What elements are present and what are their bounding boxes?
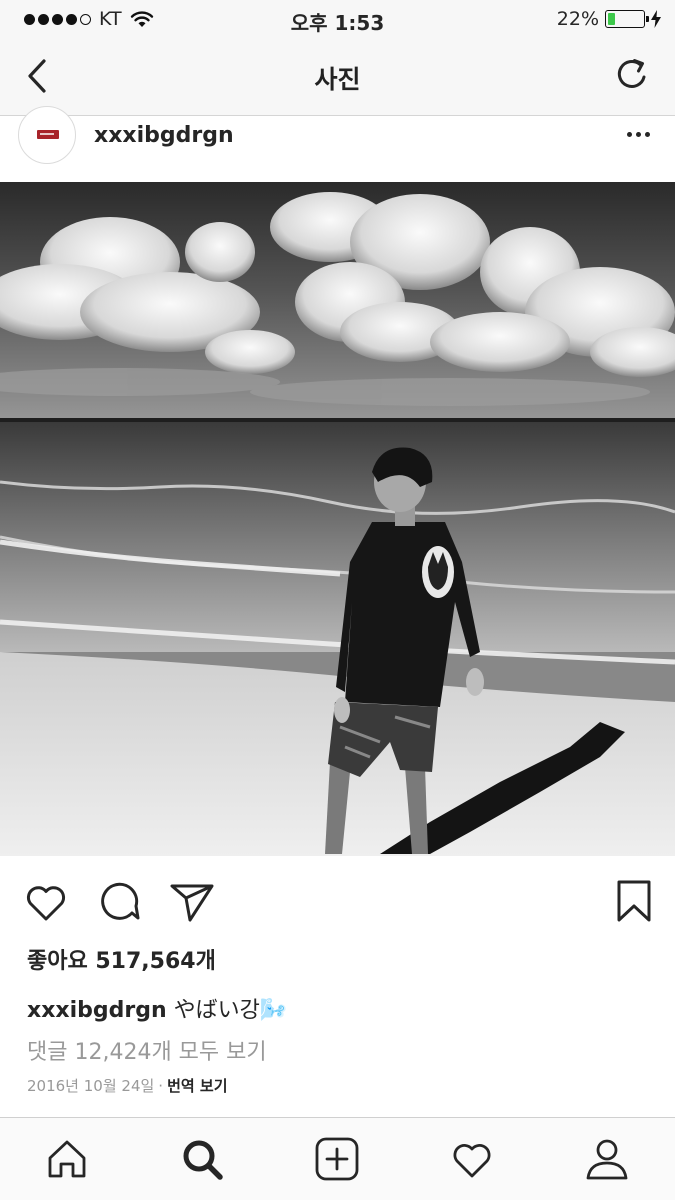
post-meta: 2016년 10월 24일 · 번역 보기 [27,1075,228,1096]
likes-count[interactable]: 좋아요 517,564개 [27,943,216,975]
refresh-button[interactable] [613,54,653,94]
post-actions [0,868,675,934]
post-photo[interactable] [0,182,675,856]
avatar[interactable] [18,106,76,164]
like-button[interactable] [22,878,70,926]
tab-activity[interactable] [449,1136,495,1182]
bookmark-icon [617,880,651,922]
status-right: 22% [557,8,661,30]
battery-icon [605,10,649,28]
post-date: 2016년 10월 24일 [27,1077,155,1095]
battery-fill [608,13,616,25]
avatar-image [37,130,59,139]
tab-new-post[interactable] [314,1136,360,1182]
post-caption: xxxibgdrgn やばい강🌬️ [27,992,287,1024]
battery-percent: 22% [556,8,599,30]
tab-bar [0,1117,675,1200]
send-icon [170,884,214,922]
home-icon [48,1140,86,1178]
more-dots-icon [626,131,632,137]
meta-separator: · [158,1077,164,1095]
beach-photo [0,182,675,856]
status-bar: KT 오후 1:53 22% [0,0,675,38]
save-button[interactable] [610,878,658,926]
comment-button[interactable] [96,878,144,926]
activity-heart-icon [453,1144,491,1178]
tab-search[interactable] [179,1136,225,1182]
caption-text: やばい강🌬️ [173,998,288,1023]
navigation-bar: 사진 [0,38,675,116]
page-title: 사진 [314,65,361,94]
comment-icon [101,882,140,920]
tab-profile[interactable] [584,1136,630,1182]
more-options-button[interactable] [623,124,653,144]
charging-bolt-icon [651,10,661,28]
caption-username[interactable]: xxxibgdrgn [27,998,167,1023]
post-header: xxxibgdrgn [0,106,675,182]
heart-icon [27,886,65,921]
translate-link[interactable]: 번역 보기 [167,1077,227,1095]
search-icon [183,1140,223,1180]
post-username[interactable]: xxxibgdrgn [94,123,234,148]
view-all-comments-link[interactable]: 댓글 12,424개 모두 보기 [27,1034,267,1066]
share-button[interactable] [168,878,216,926]
add-post-icon [315,1137,359,1181]
tab-home[interactable] [44,1136,90,1182]
refresh-icon [617,59,646,88]
profile-icon [586,1139,628,1180]
